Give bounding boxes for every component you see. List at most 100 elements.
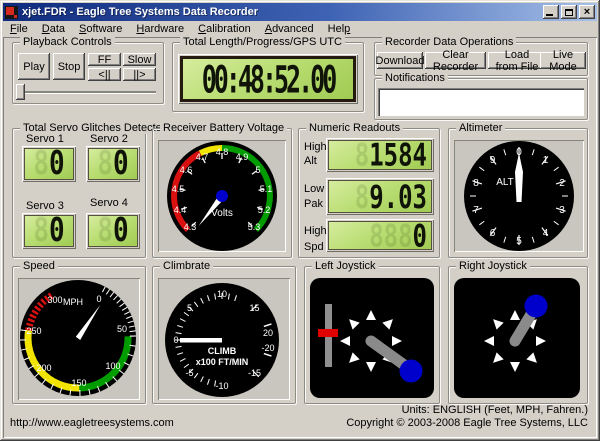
climbrate-title: Climbrate bbox=[160, 260, 213, 272]
playback-slider-track[interactable] bbox=[18, 91, 156, 93]
climbrate-panel: 0 5 10 15 20 -20 -15 -10 -5 CLIMB x100 F… bbox=[158, 278, 290, 400]
slow-button[interactable]: Slow bbox=[123, 53, 156, 66]
svg-text:5: 5 bbox=[516, 236, 522, 247]
high-spd-label-2: Spd bbox=[304, 241, 324, 253]
svg-text:10: 10 bbox=[217, 289, 227, 299]
battery-unit-label: Volts bbox=[211, 208, 233, 219]
svg-text:4.9: 4.9 bbox=[236, 152, 249, 162]
right-joystick-pad[interactable] bbox=[454, 278, 580, 398]
right-joystick-title: Right Joystick bbox=[456, 260, 530, 272]
fast-forward-button[interactable]: FF bbox=[88, 53, 121, 66]
svg-text:-20: -20 bbox=[261, 343, 274, 353]
app-window: xjet.FDR - Eagle Tree Systems Data Recor… bbox=[0, 0, 600, 441]
menu-software[interactable]: Software bbox=[72, 22, 129, 36]
altimeter-panel: 0 1 2 3 4 5 6 7 8 9 ALT bbox=[454, 140, 584, 252]
servo3-lcd: 80 bbox=[24, 215, 74, 247]
high-spd-lcd-frame: 8880 bbox=[326, 219, 434, 252]
servo2-value: 0 bbox=[113, 148, 129, 180]
left-joystick-trim-marker-red bbox=[318, 329, 338, 337]
speed-panel: 0 50 100 150 200 250 300 MPH bbox=[18, 278, 140, 400]
svg-text:150: 150 bbox=[71, 378, 86, 388]
svg-text:6: 6 bbox=[490, 228, 496, 239]
servo3-label: Servo 3 bbox=[26, 200, 64, 212]
title-bar[interactable]: xjet.FDR - Eagle Tree Systems Data Recor… bbox=[3, 3, 597, 21]
menu-hardware[interactable]: Hardware bbox=[129, 22, 191, 36]
svg-text:0: 0 bbox=[173, 335, 178, 345]
menu-file[interactable]: File bbox=[3, 22, 35, 36]
high-spd-value: 0 bbox=[413, 221, 427, 250]
climbrate-center-label-1: CLIMB bbox=[208, 346, 237, 356]
maximize-button[interactable] bbox=[561, 5, 577, 19]
right-joystick-ball bbox=[525, 295, 548, 318]
step-forward-button[interactable]: ||> bbox=[123, 68, 156, 81]
recorder-ops-title: Recorder Data Operations bbox=[382, 36, 516, 48]
notifications-box[interactable] bbox=[378, 88, 584, 116]
high-alt-lcd: 81584 bbox=[328, 140, 432, 170]
servo1-value: 0 bbox=[49, 148, 65, 180]
high-alt-label-2: Alt bbox=[304, 155, 317, 167]
servo4-label: Servo 4 bbox=[90, 197, 128, 209]
speed-title: Speed bbox=[20, 260, 58, 272]
svg-text:250: 250 bbox=[26, 326, 41, 336]
svg-text:1: 1 bbox=[543, 155, 549, 166]
low-pakv-lcd-frame: 89.03 bbox=[326, 178, 434, 215]
svg-text:20: 20 bbox=[263, 328, 273, 338]
servo1-lcd: 80 bbox=[24, 148, 74, 180]
servo3-lcd-frame: 80 bbox=[22, 213, 76, 249]
live-mode-button[interactable]: Live Mode bbox=[540, 52, 586, 69]
left-joystick-title: Left Joystick bbox=[312, 260, 379, 272]
svg-text:300: 300 bbox=[47, 295, 62, 305]
high-alt-value: 1584 bbox=[369, 140, 427, 170]
step-back-button[interactable]: <|| bbox=[88, 68, 121, 81]
clear-recorder-button[interactable]: Clear Recorder bbox=[425, 52, 486, 69]
left-joystick-pad[interactable] bbox=[310, 278, 434, 398]
units-label: Units: ENGLISH (Feet, MPH, Fahren.) bbox=[402, 404, 588, 416]
speed-gauge: 0 50 100 150 200 250 300 MPH bbox=[18, 278, 140, 400]
servo1-lcd-frame: 80 bbox=[22, 146, 76, 182]
svg-text:4.4: 4.4 bbox=[174, 205, 187, 215]
servo2-lcd-frame: 80 bbox=[86, 146, 140, 182]
progress-lcd: 00:48:52.00 bbox=[180, 56, 356, 102]
low-pakv-lcd: 89.03 bbox=[328, 180, 432, 213]
high-alt-lcd-frame: 81584 bbox=[326, 138, 434, 172]
load-from-file-button[interactable]: Load from File bbox=[488, 52, 546, 69]
high-spd-label-1: High bbox=[304, 225, 327, 237]
svg-text:9: 9 bbox=[490, 155, 496, 166]
servo4-lcd: 80 bbox=[88, 215, 138, 247]
svg-text:0: 0 bbox=[96, 294, 101, 304]
servo3-value: 0 bbox=[49, 215, 65, 247]
battery-gauge-panel: 4.3 4.4 4.5 4.6 4.7 4.8 4.9 5 5.1 5.2 5.… bbox=[158, 140, 286, 252]
servo4-lcd-frame: 80 bbox=[86, 213, 140, 249]
battery-gauge-title: Receiver Battery Voltage bbox=[160, 122, 287, 134]
servo1-label: Servo 1 bbox=[26, 133, 64, 145]
stop-button[interactable]: Stop bbox=[53, 53, 85, 80]
website-link[interactable]: http://www.eagletreesystems.com bbox=[10, 417, 174, 429]
svg-text:4.7: 4.7 bbox=[196, 152, 209, 162]
svg-text:4.6: 4.6 bbox=[180, 165, 193, 175]
app-icon bbox=[5, 6, 18, 19]
notifications-title: Notifications bbox=[382, 72, 448, 84]
copyright-label: Copyright © 2003-2008 Eagle Tree Systems… bbox=[346, 417, 588, 429]
low-pakv-value: 9.03 bbox=[369, 180, 427, 213]
svg-text:5.1: 5.1 bbox=[260, 184, 273, 194]
menu-data[interactable]: Data bbox=[35, 22, 72, 36]
climbrate-center-label-2: x100 FT/MIN bbox=[196, 357, 249, 367]
download-button[interactable]: Download bbox=[377, 52, 423, 69]
altimeter-gauge: 0 1 2 3 4 5 6 7 8 9 ALT bbox=[454, 140, 584, 252]
svg-text:100: 100 bbox=[105, 361, 120, 371]
svg-text:5: 5 bbox=[255, 165, 260, 175]
play-button[interactable]: Play bbox=[18, 53, 50, 80]
svg-text:4: 4 bbox=[543, 228, 549, 239]
close-button[interactable]: × bbox=[579, 5, 595, 19]
progress-lcd-frame: 00:48:52.00 bbox=[178, 54, 358, 104]
minimize-icon bbox=[546, 14, 553, 16]
menu-calibration[interactable]: Calibration bbox=[191, 22, 258, 36]
servo2-label: Servo 2 bbox=[90, 133, 128, 145]
playback-slider-thumb[interactable] bbox=[16, 84, 25, 100]
menu-advanced[interactable]: Advanced bbox=[258, 22, 321, 36]
maximize-icon bbox=[565, 9, 573, 16]
minimize-button[interactable] bbox=[543, 5, 559, 19]
svg-text:4.8: 4.8 bbox=[216, 147, 229, 157]
menu-help[interactable]: Help bbox=[321, 22, 358, 36]
menu-bar: File Data Software Hardware Calibration … bbox=[3, 21, 597, 36]
